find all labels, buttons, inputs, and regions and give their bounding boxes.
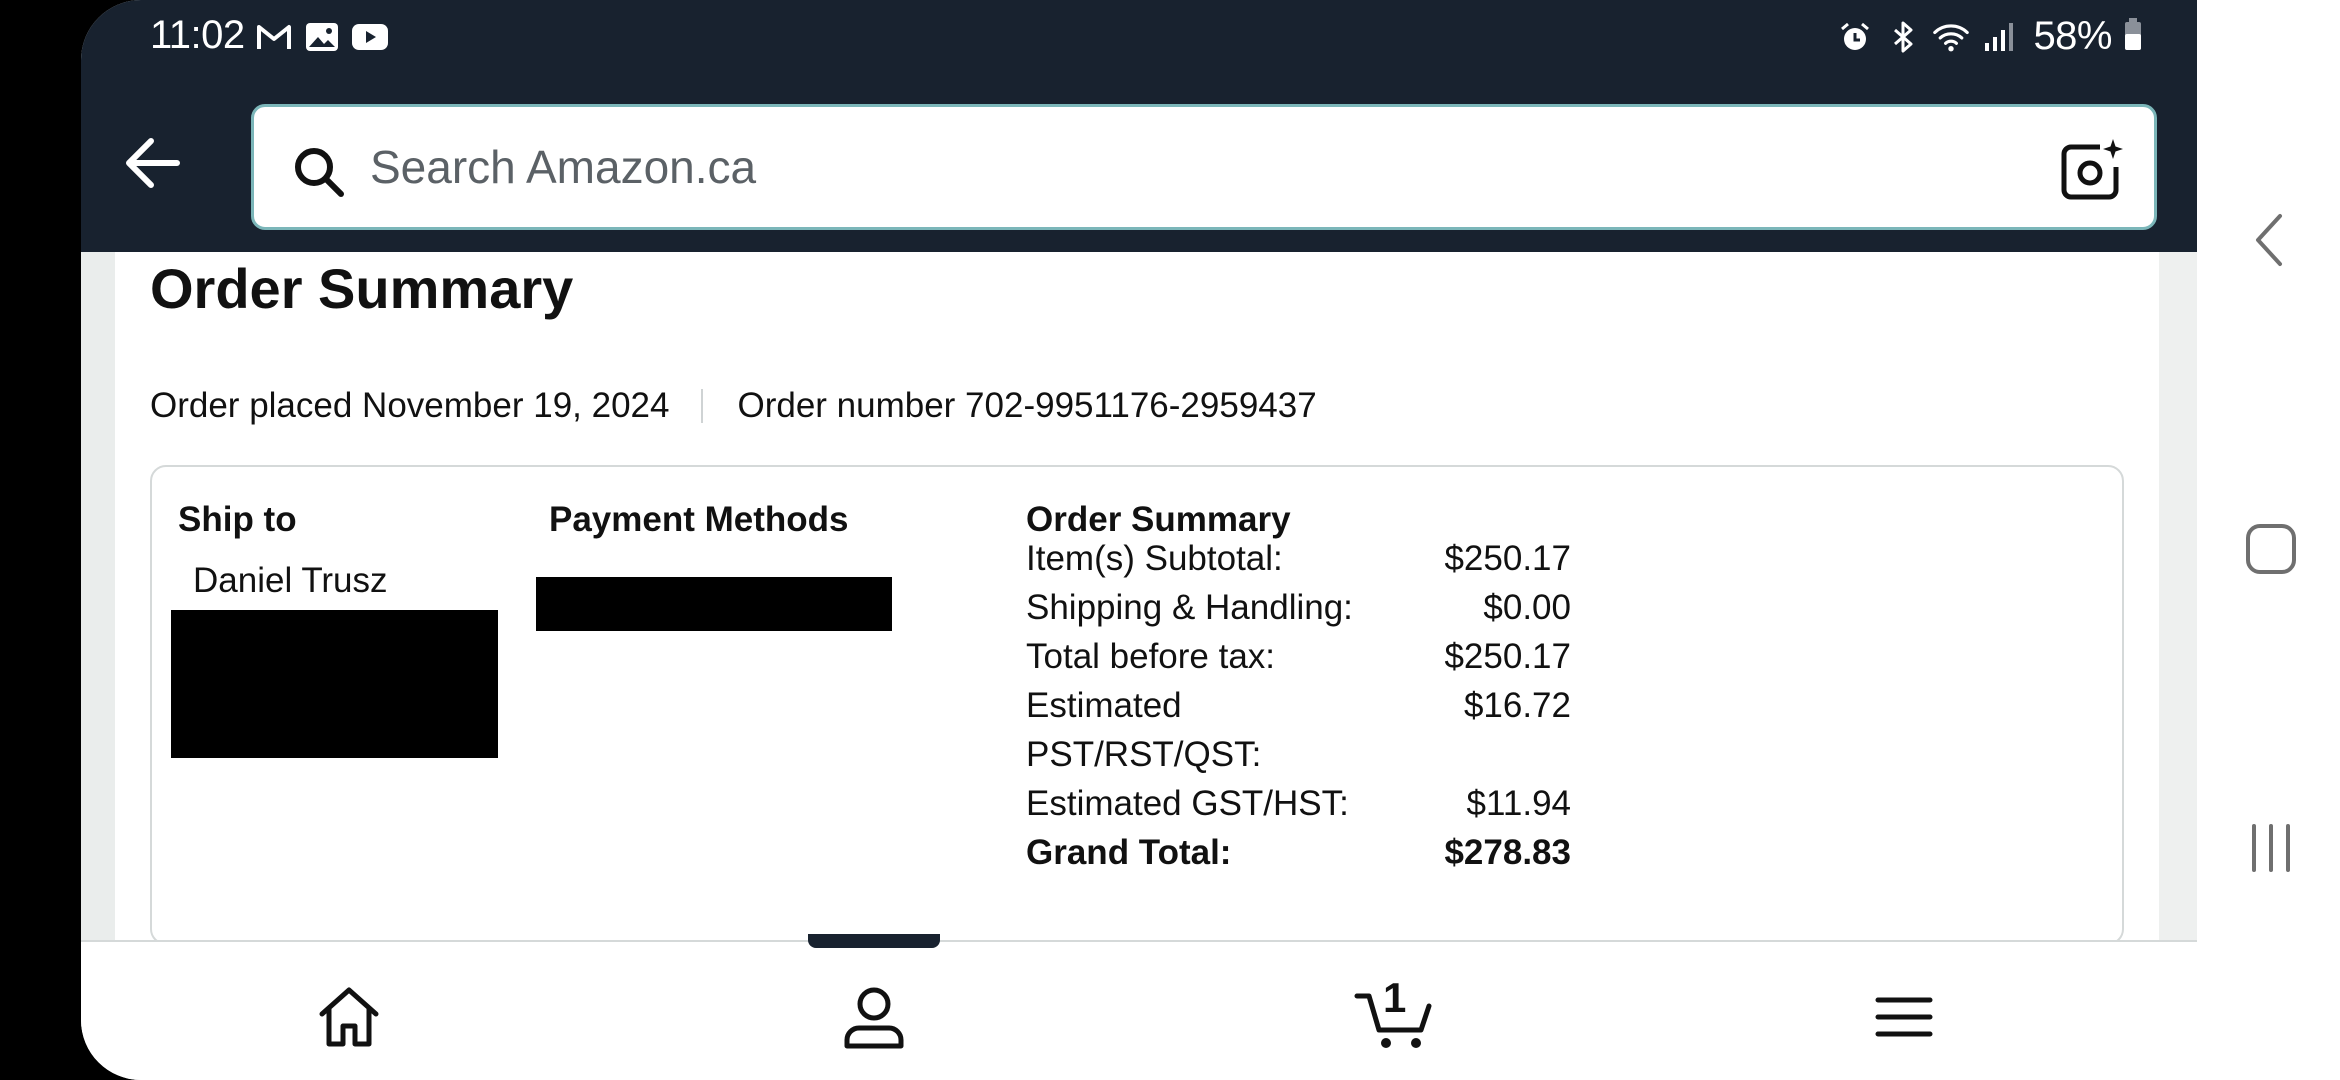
- account-icon[interactable]: [839, 982, 909, 1052]
- phone-screen: 11:02 58% Search Amazon.ca Order Summary…: [81, 0, 2197, 1080]
- status-bar: 11:02 58%: [81, 0, 2197, 76]
- search-bar[interactable]: [251, 104, 2157, 230]
- bottom-navigation: 1: [81, 934, 2197, 1080]
- battery-percentage: 58%: [2033, 14, 2112, 58]
- app-header: 11:02 58% Search Amazon.ca: [81, 0, 2197, 252]
- order-summary-card: Ship to Daniel Trusz Payment Methods Ord…: [150, 465, 2124, 945]
- back-arrow-icon[interactable]: [115, 128, 195, 198]
- system-back-icon[interactable]: [2242, 210, 2302, 270]
- system-status: 58%: [1837, 14, 2142, 59]
- page-title: Order Summary: [150, 257, 574, 320]
- order-summary-list: Item(s) Subtotal: $250.17 Shipping & Han…: [1026, 534, 1571, 877]
- alarm-icon: [1837, 19, 1873, 55]
- summary-row: Estimated GST/HST: $11.94: [1026, 784, 1571, 823]
- order-number: Order number 702-9951176-2959437: [737, 386, 1317, 425]
- content-right-edge: [2159, 252, 2197, 940]
- battery-icon: [2124, 17, 2142, 56]
- redacted-payment: [536, 577, 892, 631]
- order-details-content: Order Summary Order placed November 19, …: [115, 252, 2159, 945]
- summary-row: Estimated PST/RST/QST: $16.72: [1026, 686, 1571, 774]
- home-icon[interactable]: [314, 982, 384, 1052]
- bluetooth-icon: [1885, 19, 1921, 55]
- ship-to-heading: Ship to: [178, 500, 297, 539]
- youtube-icon: [351, 20, 389, 54]
- gmail-icon: [255, 20, 293, 54]
- active-tab-indicator: [808, 934, 940, 948]
- menu-icon[interactable]: [1869, 982, 1939, 1052]
- search-input[interactable]: [370, 107, 1970, 227]
- signal-icon: [1981, 19, 2017, 55]
- order-meta: Order placed November 19, 2024 Order num…: [150, 386, 1317, 426]
- cart-count-badge: 1: [1383, 974, 1407, 1021]
- status-time: 11:02: [150, 13, 245, 57]
- summary-row: Shipping & Handling: $0.00: [1026, 588, 1571, 627]
- system-recents-icon[interactable]: [2242, 818, 2302, 878]
- notification-icons: [255, 20, 389, 54]
- redacted-address: [171, 610, 498, 758]
- cart-icon[interactable]: 1: [1353, 974, 1443, 1052]
- search-icon: [290, 143, 348, 201]
- ship-to-name: Daniel Trusz: [193, 561, 388, 600]
- summary-row: Total before tax: $250.17: [1026, 637, 1571, 676]
- payment-methods-heading: Payment Methods: [549, 500, 849, 539]
- summary-row: Item(s) Subtotal: $250.17: [1026, 539, 1571, 578]
- grand-total-row: Grand Total: $278.83: [1026, 833, 1571, 872]
- gallery-icon: [303, 20, 341, 54]
- order-placed-date: Order placed November 19, 2024: [150, 386, 670, 425]
- system-home-icon[interactable]: [2242, 520, 2302, 580]
- camera-search-icon[interactable]: [2058, 137, 2124, 203]
- system-navigation-bar: [2197, 0, 2340, 1080]
- meta-divider: [701, 389, 704, 423]
- wifi-icon: [1933, 19, 1970, 55]
